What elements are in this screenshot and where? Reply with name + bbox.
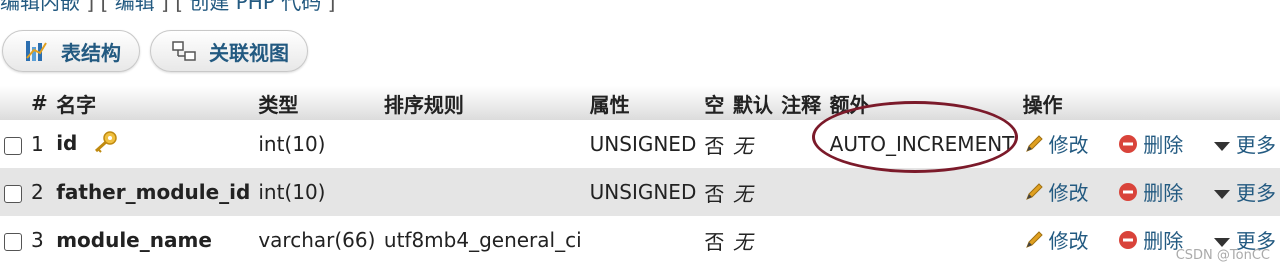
header-type[interactable]: 类型 [254,86,380,120]
delete-action[interactable]: 删除 [1117,181,1189,205]
header-attributes[interactable]: 属性 [585,86,701,120]
edit-action[interactable]: 修改 [1023,229,1095,253]
row-actions: 修改 删除 更多 [1018,168,1280,216]
field-null: 否 [700,168,729,216]
field-collation [379,168,586,216]
field-null: 否 [700,216,729,264]
header-name[interactable]: 名字 [52,86,255,120]
field-collation: utf8mb4_general_ci [379,216,586,264]
table-row: 3 module_name varchar(66) utf8mb4_genera… [0,216,1280,264]
header-comment[interactable]: 注释 [777,86,826,120]
field-extra [825,168,1019,216]
field-default: 无 [728,216,778,264]
create-php-link[interactable]: 创建 PHP 代码 [189,0,321,14]
tab-relation-view[interactable]: 关联视图 [150,30,308,72]
field-attributes [585,216,701,264]
field-name-cell: father_module_id [52,168,255,216]
field-type: int(10) [254,120,380,168]
field-type: int(10) [254,168,380,216]
table-structure-icon [23,38,49,64]
delete-icon [1117,229,1139,256]
pencil-icon [1023,229,1045,256]
key-icon [92,130,118,158]
field-null: 否 [700,120,729,168]
watermark: CSDN @TonCC [1175,248,1270,263]
field-attributes: UNSIGNED [585,168,701,216]
tab-label: 关联视图 [209,40,289,65]
top-links: 编辑内嵌 ] [ 编辑 ] [ 创建 PHP 代码 ] [0,0,1280,14]
edit-action[interactable]: 修改 [1023,181,1095,205]
row-number: 1 [26,120,53,168]
field-extra: AUTO_INCREMENT [825,120,1019,168]
table-header-row: # 名字 类型 排序规则 属性 空 默认 注释 额外 操作 [0,86,1280,120]
triangle-down-icon [1212,134,1232,158]
field-comment [777,120,826,168]
header-num: # [26,86,53,120]
field-default: 无 [728,168,778,216]
field-name[interactable]: module_name [56,228,212,252]
row-number: 3 [26,216,53,264]
field-attributes: UNSIGNED [585,120,701,168]
row-number: 2 [26,168,53,216]
edit-action[interactable]: 修改 [1023,133,1095,157]
edit-link[interactable]: 编辑 [115,0,155,14]
field-default: 无 [728,120,778,168]
edit-inline-link[interactable]: 编辑内嵌 [0,0,80,14]
delete-icon [1117,133,1139,160]
pencil-icon [1023,181,1045,208]
row-checkbox[interactable] [4,136,22,155]
delete-action[interactable]: 删除 [1117,133,1189,157]
header-collation[interactable]: 排序规则 [379,86,586,120]
row-checkbox[interactable] [4,184,22,203]
field-name[interactable]: father_module_id [56,180,250,204]
table-row: 2 father_module_id int(10) UNSIGNED 否 无 … [0,168,1280,216]
row-actions: 修改 删除 更多 [1018,120,1280,168]
field-collation [379,120,586,168]
pencil-icon [1023,133,1045,160]
field-comment [777,168,826,216]
header-default[interactable]: 默认 [728,86,778,120]
header-actions: 操作 [1018,86,1280,120]
field-extra [825,216,1019,264]
row-checkbox[interactable] [4,232,22,251]
field-name[interactable]: id [56,131,77,155]
header-extra[interactable]: 额外 [825,86,1019,120]
tab-label: 表结构 [61,40,121,65]
field-type: varchar(66) [254,216,380,264]
field-name-cell: id [52,120,255,168]
field-comment [777,216,826,264]
more-action[interactable]: 更多 [1212,133,1276,157]
table-row: 1 id int(10) UNSIGNED 否 无 AUTO_INCREMENT [0,120,1280,168]
tab-table-structure[interactable]: 表结构 [2,30,140,72]
triangle-down-icon [1212,182,1232,206]
more-action[interactable]: 更多 [1212,181,1276,205]
relation-view-icon [171,38,197,64]
header-null[interactable]: 空 [700,86,729,120]
delete-icon [1117,181,1139,208]
header-checkbox [0,86,27,120]
structure-table: # 名字 类型 排序规则 属性 空 默认 注释 额外 操作 1 id int(1… [0,86,1280,264]
field-name-cell: module_name [52,216,255,264]
